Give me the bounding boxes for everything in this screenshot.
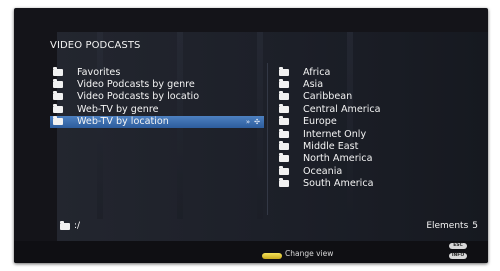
info-button-icon[interactable]: INFO [449, 253, 467, 259]
folder-icon [279, 153, 289, 163]
list-item-middle-east[interactable]: Middle East [279, 140, 479, 152]
list-item-label: Caribbean [303, 91, 353, 103]
folder-icon [53, 116, 63, 126]
elements-label: Elements [426, 221, 469, 231]
list-item-africa[interactable]: Africa [279, 66, 479, 78]
list-item-label: Central America [303, 103, 381, 115]
list-item-internet-only[interactable]: Internet Only [279, 128, 479, 140]
list-item-europe[interactable]: Europe [279, 116, 479, 128]
list-item-label: North America [303, 153, 373, 165]
folder-icon [279, 103, 289, 113]
folder-icon [279, 178, 289, 188]
list-item-caribbean[interactable]: Caribbean [279, 91, 479, 103]
list-item-video-podcasts-by-genre[interactable]: Video Podcasts by genre [53, 78, 273, 90]
list-item-label: Middle East [303, 141, 359, 153]
list-item-web-tv-by-location[interactable]: Web-TV by location » ✣ [50, 115, 264, 128]
column-divider [267, 63, 268, 215]
list-item-label: Oceania [303, 165, 343, 177]
list-item-label: Asia [303, 79, 324, 91]
folder-icon [60, 220, 70, 230]
list-item-label: Africa [303, 66, 331, 78]
arrow-right-icon: » [245, 117, 251, 126]
yellow-button-icon[interactable] [262, 253, 282, 259]
list-item-label: Web-TV by location [77, 116, 169, 128]
page-title: VIDEO PODCASTS [50, 40, 141, 51]
folder-icon [279, 128, 289, 138]
current-path: :/ [74, 221, 81, 231]
list-item-south-america[interactable]: South America [279, 178, 479, 190]
list-item-web-tv-by-genre[interactable]: Web-TV by genre [53, 103, 273, 115]
list-item-video-podcasts-by-location[interactable]: Video Podcasts by locatio [53, 91, 273, 103]
location-list: Africa Asia Caribbean Central America Eu… [279, 66, 479, 190]
list-item-central-america[interactable]: Central America [279, 103, 479, 115]
folder-icon [53, 103, 63, 113]
elements-count: Elements 5 [422, 221, 478, 231]
list-item-label: Europe [303, 116, 337, 128]
folder-icon [53, 91, 63, 101]
folder-icon [53, 79, 63, 89]
list-item-label: Favorites [77, 66, 121, 78]
footer-bar [14, 241, 488, 263]
folder-icon [279, 79, 289, 89]
list-item-label: South America [303, 178, 374, 190]
move-icon: ✣ [254, 117, 260, 126]
list-item-label: Video Podcasts by genre [77, 79, 195, 91]
list-item-label: Video Podcasts by locatio [77, 91, 200, 103]
folder-icon [279, 141, 289, 151]
elements-number: 5 [472, 221, 478, 231]
path-indicator: :/ [60, 220, 81, 231]
esc-button-icon[interactable]: ESC [449, 243, 467, 249]
change-view-label: Change view [285, 249, 334, 258]
list-item-oceania[interactable]: Oceania [279, 165, 479, 177]
folder-icon [53, 66, 63, 76]
folder-icon [279, 91, 289, 101]
list-item-north-america[interactable]: North America [279, 153, 479, 165]
folder-icon [279, 116, 289, 126]
selection-indicators: » ✣ [246, 118, 260, 126]
folder-icon [279, 66, 289, 76]
folder-icon [279, 165, 289, 175]
list-item-favorites[interactable]: Favorites [53, 66, 273, 78]
list-item-label: Internet Only [303, 128, 367, 140]
category-list: Favorites Video Podcasts by genre Video … [50, 66, 273, 128]
list-item-label: Web-TV by genre [77, 103, 159, 115]
list-item-asia[interactable]: Asia [279, 78, 479, 90]
